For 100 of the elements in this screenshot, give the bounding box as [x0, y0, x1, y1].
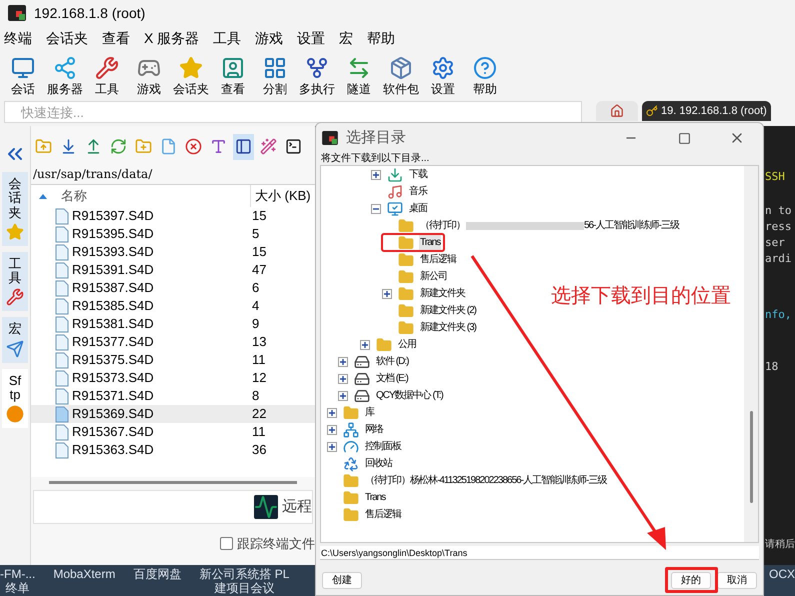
tree-item[interactable]: 售后逻辑 — [327, 506, 402, 523]
tree-item[interactable]: 新公司 — [382, 268, 448, 285]
toolbar-button[interactable]: 服务器 — [44, 50, 86, 100]
folder-icon — [398, 252, 414, 268]
tree-item[interactable]: 新建文件夹 (2) — [382, 302, 477, 319]
tree-item[interactable]: 音乐 — [371, 183, 428, 200]
tree-item[interactable]: 公用 — [360, 336, 417, 353]
toolbar-button[interactable]: 工具 — [86, 50, 128, 100]
side-tab[interactable]: Sftp — [2, 368, 28, 428]
file-icon — [55, 280, 69, 296]
menu-item[interactable]: 宏 — [339, 28, 354, 48]
tree-item[interactable]: 售后逻辑 — [382, 251, 457, 268]
terminal-tab[interactable]: 19. 192.168.1.8 (root) — [642, 101, 771, 121]
file-icon — [55, 262, 69, 278]
recycle-bin-icon — [343, 456, 359, 472]
folder-icon — [398, 268, 414, 284]
new-folder-icon — [135, 138, 152, 155]
ok-button[interactable]: 好的 — [671, 572, 711, 589]
toolbar-button[interactable]: 设置 — [422, 50, 464, 100]
menu-item[interactable]: 查看 — [102, 28, 130, 48]
expander-icon[interactable] — [371, 204, 381, 214]
file-icon — [55, 316, 69, 332]
tree-item[interactable]: （待打印） 56-人工智能训练师-三级 — [382, 217, 679, 234]
vertical-scrollbar[interactable] — [744, 166, 758, 542]
tree-item[interactable]: Trans — [382, 234, 444, 251]
expander-icon[interactable] — [371, 170, 381, 180]
menu-item[interactable]: 会话夹 — [46, 28, 88, 48]
quick-connect-field[interactable]: 快速连接... — [4, 101, 582, 123]
control-panel-icon — [343, 438, 359, 454]
tree-item[interactable]: 桌面 — [371, 200, 428, 217]
tree-item[interactable]: 网络 — [327, 421, 384, 438]
menu-item[interactable]: 游戏 — [255, 28, 284, 48]
horizontal-scrollbar[interactable] — [49, 481, 297, 484]
maximize-icon[interactable] — [678, 132, 691, 144]
tree-item[interactable]: 新建文件夹 — [382, 285, 466, 302]
side-tab[interactable]: 会话夹 — [2, 172, 28, 246]
toolbar-button[interactable]: 帮助 — [464, 50, 506, 100]
tree-item[interactable]: 回收站 — [327, 455, 393, 472]
side-tab[interactable]: 工具 — [2, 252, 28, 312]
toolbar-button[interactable]: 查看 — [212, 50, 254, 100]
tree-item[interactable]: 新建文件夹 (3) — [382, 319, 477, 336]
remote-monitor-button[interactable]: 远程 — [254, 495, 312, 519]
taskbar-item[interactable]: MobaXterm — [53, 567, 116, 581]
file-row[interactable]: R915369.S4D 22 — [31, 405, 315, 423]
toolbar-button[interactable]: 会话 — [2, 50, 44, 100]
tree-item[interactable]: 控制面板 — [327, 438, 402, 455]
refresh-icon — [110, 138, 127, 155]
file-icon — [55, 226, 69, 242]
toolbar-button[interactable]: 软件包 — [380, 50, 422, 100]
file-icon — [55, 388, 69, 404]
menu-item[interactable]: 设置 — [297, 28, 326, 48]
expander-icon[interactable] — [327, 442, 337, 452]
menu-item[interactable]: X 服务器 — [144, 28, 200, 48]
folder-path-field[interactable]: C:\Users\yangsonglin\Desktop\Trans — [320, 546, 759, 560]
taskbar-item[interactable]: -FM-... 终单 — [0, 567, 36, 595]
menu-item[interactable]: 工具 — [213, 28, 242, 48]
file-icon — [55, 334, 69, 350]
expander-icon[interactable] — [360, 340, 370, 350]
window-title: 192.168.1.8 (root) — [34, 4, 146, 23]
expander-icon[interactable] — [338, 356, 348, 366]
create-button[interactable]: 创建 — [322, 572, 362, 589]
expander-icon[interactable] — [327, 424, 337, 434]
toolbar-button[interactable]: 会话夹 — [170, 50, 212, 100]
wand-icon — [260, 138, 277, 155]
toolbar-button[interactable]: 分割 — [254, 50, 296, 100]
menu-item[interactable]: 终端 — [4, 28, 32, 48]
taskbar-item[interactable]: 百度网盘 — [133, 567, 182, 581]
toolbar-button[interactable]: 多执行 — [296, 50, 338, 100]
expander-icon[interactable] — [382, 288, 392, 298]
tree-item[interactable]: 下载 — [371, 166, 428, 183]
tree-item[interactable]: 文档 (E:) — [338, 370, 409, 387]
tree-item[interactable]: 库 — [327, 404, 375, 421]
expander-icon[interactable] — [338, 390, 348, 400]
tree-item[interactable]: （待打印）杨松林-411325198202238656-人工智能训练师-三级 — [327, 472, 608, 489]
expander-icon[interactable] — [327, 408, 337, 418]
dialog-prompt: 将文件下载到以下目录... — [320, 153, 430, 165]
menu-item[interactable]: 帮助 — [367, 28, 396, 48]
expander-icon[interactable] — [338, 374, 348, 384]
toolbar-button[interactable]: 游戏 — [128, 50, 170, 100]
cancel-button[interactable]: 取消 — [717, 572, 757, 589]
grid-icon — [263, 56, 287, 80]
tree-item[interactable]: 软件 (D:) — [338, 353, 410, 370]
side-tab[interactable]: 宏 — [2, 317, 28, 363]
tree-item[interactable]: QCY数据中心 (T:) — [338, 387, 444, 404]
taskbar-item[interactable]: 新公司系统搭 PL 建项目会议 — [199, 567, 290, 595]
package-icon — [389, 56, 413, 80]
folder-up-icon — [35, 138, 52, 155]
toolbar-button[interactable]: 隧道 — [338, 50, 380, 100]
home-tab[interactable] — [596, 101, 638, 121]
taskbar-item[interactable]: OCX — [768, 567, 795, 581]
star-icon — [179, 56, 203, 80]
file-icon — [55, 406, 69, 422]
terminal-text: ress — [765, 219, 792, 235]
tree-item[interactable]: Trans — [327, 489, 386, 506]
letter-icon — [210, 138, 227, 155]
size-column-header[interactable]: 大小 (KB) — [251, 186, 311, 206]
sftp-tool-button[interactable] — [233, 134, 254, 160]
help-icon — [473, 56, 497, 80]
person-screen-icon — [221, 56, 245, 80]
follow-terminal-checkbox[interactable]: 跟踪终端文件 — [220, 534, 315, 554]
